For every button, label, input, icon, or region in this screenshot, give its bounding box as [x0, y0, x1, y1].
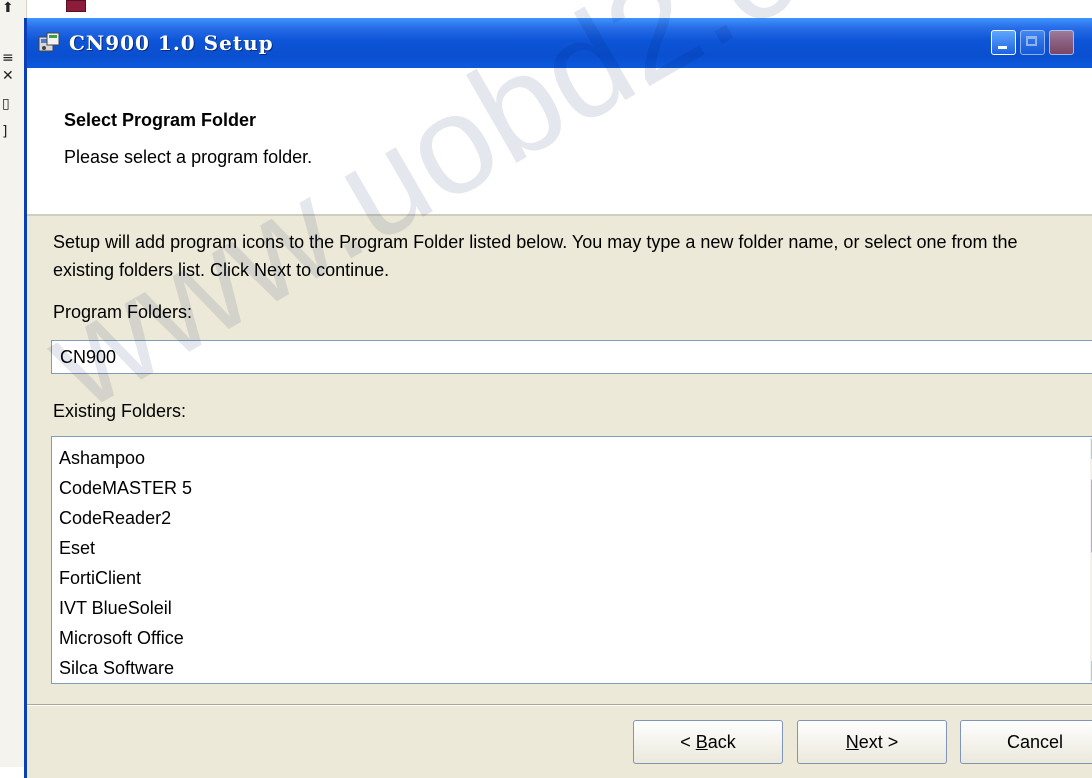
- instructions-text: Setup will add program icons to the Prog…: [53, 232, 1018, 280]
- list-item[interactable]: Eset: [59, 533, 1088, 563]
- list-item[interactable]: CodeReader2: [59, 503, 1088, 533]
- existing-folders-list[interactable]: Ashampoo CodeMASTER 5 CodeReader2 Eset F…: [51, 436, 1092, 684]
- button-separator: [27, 704, 1092, 706]
- desktop-glyph-icon: ≡: [2, 50, 14, 66]
- back-accelerator: B: [695, 732, 708, 752]
- desktop-glyph-icon: ]: [2, 124, 8, 140]
- program-folder-input[interactable]: [51, 340, 1092, 374]
- upload-arrow-icon: ⬆: [2, 0, 14, 16]
- minimize-icon[interactable]: [991, 30, 1016, 55]
- page-title: Select Program Folder: [64, 110, 257, 130]
- program-folders-label: Program Folders:: [53, 302, 193, 322]
- back-button[interactable]: < Back: [633, 720, 783, 764]
- header-panel: Select Program Folder Please select a pr…: [27, 68, 1092, 216]
- list-item[interactable]: CodeMASTER 5: [59, 473, 1088, 503]
- next-button[interactable]: Next >: [797, 720, 947, 764]
- folder-icon: ▯: [2, 96, 10, 112]
- cancel-button[interactable]: Cancel: [960, 720, 1092, 764]
- list-item[interactable]: Silca Software: [59, 653, 1088, 683]
- desktop-strip: ⬆ ≡ ✕ ▯ ]: [0, 0, 27, 767]
- maximize-icon[interactable]: [1020, 30, 1045, 55]
- close-icon[interactable]: [1049, 30, 1074, 55]
- list-item[interactable]: FortiClient: [59, 563, 1088, 593]
- setup-dialog: CN900 1.0 Setup Select Program Folder Pl…: [24, 18, 1092, 778]
- setup-icon: [38, 32, 60, 52]
- back-prefix: <: [680, 732, 696, 752]
- next-label: ext >: [858, 732, 899, 752]
- back-label: ack: [707, 732, 736, 752]
- list-item[interactable]: IVT BlueSoleil: [59, 593, 1088, 623]
- list-item[interactable]: Ashampoo: [59, 443, 1088, 473]
- next-accelerator: N: [845, 732, 859, 752]
- window-title: CN900 1.0 Setup: [69, 31, 274, 55]
- list-item[interactable]: Microsoft Office: [59, 623, 1088, 653]
- existing-folders-label: Existing Folders:: [53, 401, 187, 421]
- desktop-glyph-icon: ✕: [2, 68, 14, 84]
- list-items: Ashampoo CodeMASTER 5 CodeReader2 Eset F…: [52, 437, 1088, 683]
- background-file-icon: [66, 0, 86, 12]
- title-bar[interactable]: CN900 1.0 Setup: [27, 18, 1092, 68]
- page-subtitle: Please select a program folder.: [64, 147, 313, 167]
